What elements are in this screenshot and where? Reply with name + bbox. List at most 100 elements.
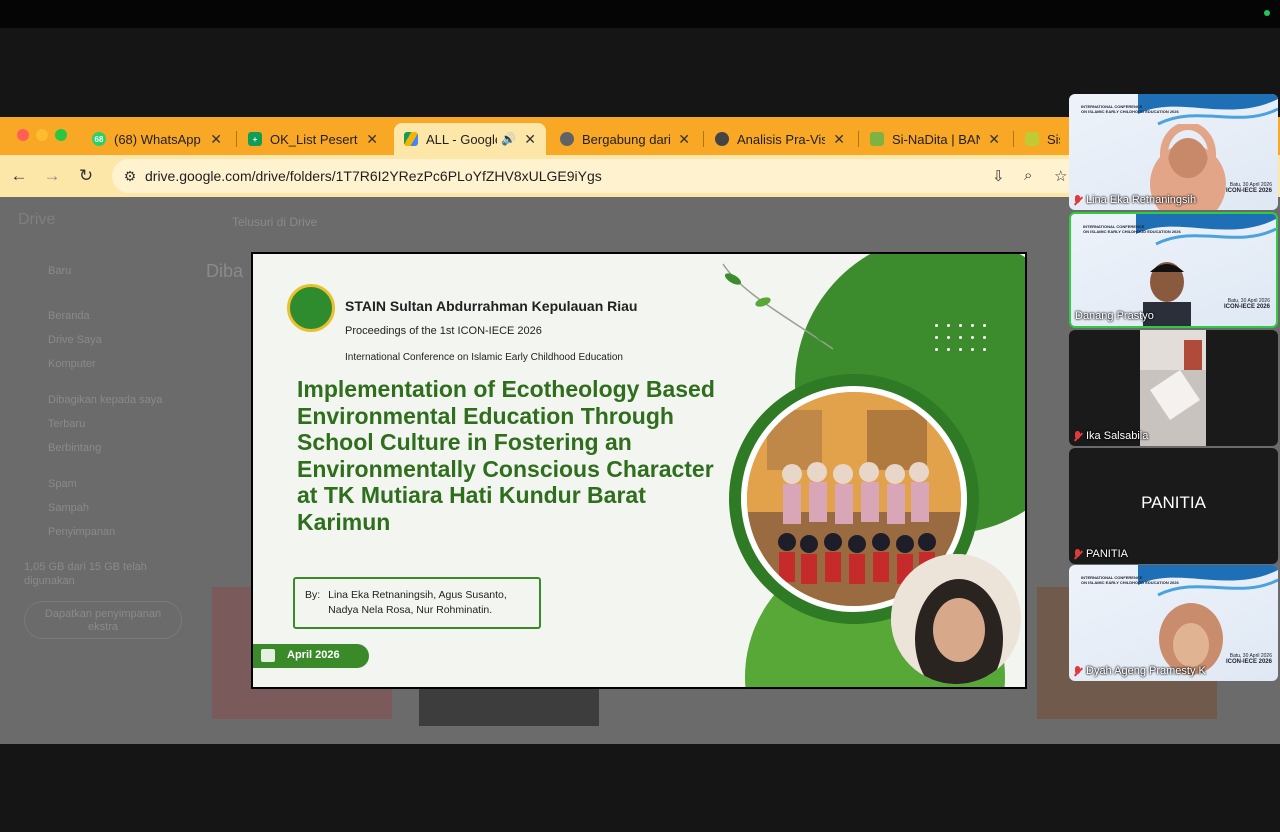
globe-icon bbox=[560, 132, 574, 146]
page-title: Diba bbox=[206, 261, 244, 281]
ban-logo-icon bbox=[870, 132, 884, 146]
tab-divider bbox=[236, 131, 237, 147]
site-settings-icon[interactable]: ⚙ bbox=[120, 166, 140, 186]
speaker-icon[interactable]: 🔊 bbox=[501, 132, 516, 146]
participant-name: Lina Eka Retnaningsih bbox=[1073, 194, 1196, 206]
url-text: drive.google.com/drive/folders/1T7R6I2YR… bbox=[145, 168, 602, 184]
meeting-top-bar bbox=[0, 0, 1280, 28]
bg-conference-text: INTERNATIONAL CONFERENCE ON ISLAMIC EARLY… bbox=[1081, 104, 1179, 114]
maximize-window-icon[interactable] bbox=[55, 129, 67, 141]
bg-event-code: Batu, 30 April 2026 ICON-IECE 2026 bbox=[1225, 182, 1272, 194]
participant-name: PANITIA bbox=[1073, 548, 1128, 560]
nav-komputer[interactable]: Komputer bbox=[48, 358, 96, 370]
participant-tile[interactable]: INTERNATIONAL CONFERENCE ON ISLAMIC EARLY… bbox=[1069, 565, 1278, 681]
institution-name: STAIN Sultan Abdurrahman Kepulauan Riau bbox=[345, 298, 638, 314]
tab-analisis[interactable]: Analisis Pra-Visi ✕ bbox=[705, 123, 855, 155]
tab-title: (68) WhatsApp bbox=[114, 131, 201, 147]
close-icon[interactable]: ✕ bbox=[366, 131, 378, 148]
participant-tile-active-speaker[interactable]: INTERNATIONAL CONFERENCE ON ISLAMIC EARLY… bbox=[1069, 212, 1278, 328]
tab-google-drive[interactable]: ALL - Google 🔊 ✕ bbox=[394, 123, 546, 155]
mic-muted-icon bbox=[1073, 194, 1082, 206]
tab-title: Analisis Pra-Visi bbox=[737, 131, 826, 147]
nav-penyimpanan[interactable]: Penyimpanan bbox=[48, 526, 115, 538]
nav-beranda[interactable]: Beranda bbox=[48, 310, 90, 322]
tab-title: Bergabung dari bbox=[582, 131, 671, 147]
openai-icon bbox=[715, 132, 729, 146]
participant-video bbox=[1140, 330, 1206, 446]
participant-avatar-label: PANITIA bbox=[1141, 493, 1206, 512]
nav-berbintang[interactable]: Berbintang bbox=[48, 442, 101, 454]
by-label: By: bbox=[305, 589, 321, 601]
participant-name: Ika Salsabila bbox=[1073, 430, 1148, 442]
authors-box: By: Lina Eka Retnaningsih, Agus Susanto,… bbox=[293, 577, 541, 629]
recording-indicator-icon bbox=[1264, 10, 1270, 16]
nav-spam[interactable]: Spam bbox=[48, 478, 77, 490]
new-button[interactable]: Baru bbox=[48, 265, 71, 277]
participant-tile[interactable]: PANITIA PANITIA bbox=[1069, 448, 1278, 564]
leaf-vine-decoration bbox=[722, 263, 834, 350]
whatsapp-icon: 68 bbox=[92, 132, 106, 146]
forward-arrow-icon[interactable]: → bbox=[41, 165, 63, 187]
mic-muted-icon bbox=[1073, 665, 1082, 677]
nav-terbaru[interactable]: Terbaru bbox=[48, 418, 85, 430]
sheets-icon: + bbox=[248, 132, 262, 146]
tab-si-nadita[interactable]: Si-NaDita | BAN ✕ bbox=[860, 123, 1010, 155]
nav-drive-saya[interactable]: Drive Saya bbox=[48, 334, 102, 346]
presentation-slide: STAIN Sultan Abdurrahman Kepulauan Riau … bbox=[251, 252, 1027, 689]
close-icon[interactable]: ✕ bbox=[988, 131, 1000, 148]
mic-muted-icon bbox=[1073, 548, 1082, 560]
tab-title: OK_List Peserta bbox=[270, 131, 359, 147]
close-icon[interactable]: ✕ bbox=[524, 131, 536, 148]
dot-grid-decoration bbox=[935, 324, 995, 354]
stain-logo bbox=[287, 284, 335, 332]
tab-divider bbox=[1013, 131, 1014, 147]
tab-title: Sisp bbox=[1047, 131, 1060, 147]
close-icon[interactable]: ✕ bbox=[210, 131, 222, 148]
bg-event-code: Batu, 30 April 2026 ICON-IECE 2026 bbox=[1223, 298, 1270, 310]
bookmark-star-icon[interactable]: ☆ bbox=[1054, 167, 1067, 185]
tab-sisp[interactable]: Sisp bbox=[1015, 123, 1070, 155]
tab-divider bbox=[858, 131, 859, 147]
tab-whatsapp[interactable]: 68 (68) WhatsApp ✕ bbox=[82, 123, 232, 155]
tab-title: ALL - Google bbox=[426, 131, 498, 147]
get-storage-button[interactable]: Dapatkan penyimpanan ekstra bbox=[24, 601, 182, 639]
proceedings-line: Proceedings of the 1st ICON-IECE 2026 bbox=[345, 325, 542, 337]
participant-tile[interactable]: Ika Salsabila bbox=[1069, 330, 1278, 446]
zoom-icon[interactable]: ⌕ bbox=[1024, 167, 1032, 184]
search-input[interactable]: Telusuri di Drive bbox=[232, 215, 317, 229]
authors-text: Lina Eka Retnaningsih, Agus Susanto, Nad… bbox=[328, 589, 507, 616]
reload-icon[interactable]: ↻ bbox=[75, 165, 97, 187]
minimize-window-icon[interactable] bbox=[36, 129, 48, 141]
address-bar[interactable]: ⚙ drive.google.com/drive/folders/1T7R6I2… bbox=[112, 159, 1082, 193]
date-text: April 2026 bbox=[287, 649, 340, 661]
storage-usage: 1,05 GB dari 15 GB telah digunakan bbox=[24, 561, 147, 587]
tab-divider bbox=[703, 131, 704, 147]
tab-list-peserta[interactable]: + OK_List Peserta ✕ bbox=[238, 123, 388, 155]
meeting-stage: 68 (68) WhatsApp ✕ + OK_List Peserta ✕ A… bbox=[0, 0, 1280, 832]
bg-event-code: Batu, 30 April 2026 ICON-IECE 2026 bbox=[1225, 653, 1272, 665]
slide-canvas: STAIN Sultan Abdurrahman Kepulauan Riau … bbox=[253, 254, 1025, 687]
close-icon[interactable]: ✕ bbox=[833, 131, 845, 148]
drive-logo: Drive bbox=[18, 211, 56, 228]
calendar-icon bbox=[261, 649, 275, 662]
nav-sampah[interactable]: Sampah bbox=[48, 502, 89, 514]
mic-muted-icon bbox=[1073, 430, 1082, 442]
sisp-icon bbox=[1025, 132, 1039, 146]
nav-dibagikan[interactable]: Dibagikan kepada saya bbox=[48, 394, 162, 406]
bg-conference-text: INTERNATIONAL CONFERENCE ON ISLAMIC EARLY… bbox=[1081, 575, 1179, 585]
close-icon[interactable]: ✕ bbox=[678, 131, 690, 148]
paper-title: Implementation of Ecotheology Based Envi… bbox=[297, 376, 715, 535]
tab-bergabung[interactable]: Bergabung dari ✕ bbox=[550, 123, 700, 155]
participant-name: Dyah Ageng Pramesty K bbox=[1073, 665, 1206, 677]
date-badge: April 2026 bbox=[253, 644, 369, 668]
conference-line: International Conference on Islamic Earl… bbox=[345, 352, 623, 363]
back-arrow-icon[interactable]: ← bbox=[8, 165, 30, 187]
bg-conference-text: INTERNATIONAL CONFERENCE ON ISLAMIC EARLY… bbox=[1083, 224, 1181, 234]
presenter-camera-bubble bbox=[891, 554, 1021, 684]
install-app-icon[interactable]: ⇩ bbox=[992, 167, 1005, 185]
drive-icon bbox=[404, 132, 418, 146]
participant-name: Danang Prastyo bbox=[1075, 310, 1154, 322]
participant-tile[interactable]: INTERNATIONAL CONFERENCE ON ISLAMIC EARLY… bbox=[1069, 94, 1278, 210]
close-window-icon[interactable] bbox=[17, 129, 29, 141]
tab-title: Si-NaDita | BAN bbox=[892, 131, 981, 147]
